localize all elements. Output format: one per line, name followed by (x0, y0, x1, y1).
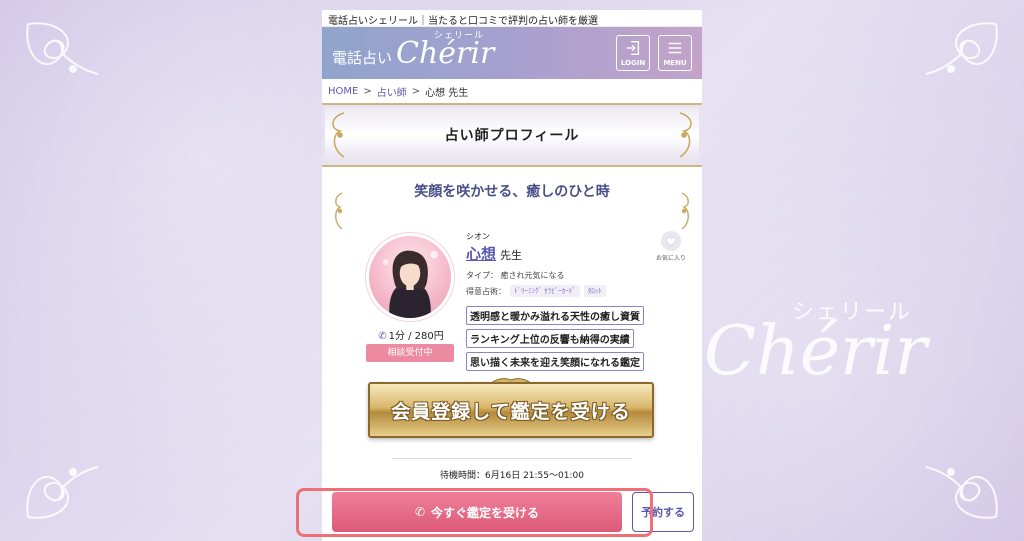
flourish-ornament-icon (906, 427, 1006, 527)
skill-row: 得意占術： ﾄﾞﾘｰﾐﾝｸﾞ ｾﾗﾋﾟｰｶｰﾄﾞ ﾀﾛｯﾄ (466, 285, 656, 297)
site-logo[interactable]: 電話占い Chérir シェリール (332, 31, 495, 71)
feature-item: 思い描く未来を迎え笑顔になれる鑑定 (466, 352, 644, 371)
bottom-action-bar: ✆ 今すぐ鑑定を受ける 予約する (322, 488, 702, 541)
favorite-button[interactable]: お気に入り (654, 231, 688, 262)
frame-ornament-icon (332, 112, 345, 158)
avatar-portrait (382, 250, 438, 318)
frame-ornament-icon (679, 112, 692, 158)
flourish-ornament-icon (18, 14, 118, 114)
menu-label: MENU (663, 59, 687, 67)
reserve-button[interactable]: 予約する (632, 492, 694, 532)
heart-glyph (665, 237, 677, 246)
honorific: 先生 (500, 249, 523, 262)
menu-button[interactable]: MENU (658, 35, 692, 71)
breadcrumb: HOME > 占い師 > 心想 先生 (322, 79, 702, 103)
breadcrumb-separator: > (411, 85, 421, 97)
type-label: タイプ： (466, 271, 498, 280)
name-kana: シオン (466, 232, 490, 241)
favorite-label: お気に入り (655, 255, 686, 262)
page-title: 占い師プロフィール (444, 128, 580, 144)
waiting-time: 待機時間：6月16日 21:55～01:00 (440, 471, 584, 481)
breadcrumb-current: 心想 先生 (425, 87, 469, 99)
side-ornament-icon (681, 192, 689, 230)
background-watermark-logo: シェリール Chérir (704, 288, 927, 398)
mobile-page: 電話占いシェリール｜当たると口コミで評判の占い師を厳選 電話占い Chérir … (322, 10, 702, 541)
flourish-ornament-icon (906, 14, 1006, 114)
side-ornament-icon (335, 192, 343, 230)
site-header: 電話占い Chérir シェリール LOGIN MENU (322, 27, 702, 79)
site-tagline: 電話占いシェリール｜当たると口コミで評判の占い師を厳選 (322, 10, 702, 27)
fortune-teller-avatar[interactable] (366, 233, 454, 321)
phone-icon: ✆ (378, 331, 387, 342)
price-text: 1分 / 280円 (388, 331, 444, 342)
call-now-button[interactable]: ✆ 今すぐ鑑定を受ける (332, 492, 622, 532)
breadcrumb-home[interactable]: HOME (328, 86, 358, 97)
skill-label: 得意占術： (466, 286, 506, 296)
divider (392, 458, 632, 459)
catchphrase: 笑顔を咲かせる、癒しのひと時 (414, 184, 610, 200)
flourish-ornament-icon (18, 427, 118, 527)
skill-tag: ﾀﾛｯﾄ (583, 285, 606, 297)
fortune-teller-name[interactable]: 心想 (466, 243, 496, 264)
skill-tag: ﾄﾞﾘｰﾐﾝｸﾞ ｾﾗﾋﾟｰｶｰﾄﾞ (510, 285, 580, 297)
login-icon (626, 41, 640, 55)
register-cta-label: 会員登録して鑑定を受ける (391, 400, 631, 423)
breadcrumb-separator: > (363, 85, 372, 97)
fortune-teller-info: シオン 心想 先生 タイプ： 癒され元気になる 得意占術： ﾄﾞﾘｰﾐﾝｸﾞ ｾ… (466, 231, 656, 374)
reserve-label: 予約する (641, 506, 685, 519)
feature-item: ランキング上位の反響も納得の実績 (466, 329, 634, 348)
profile-title-plate: 占い師プロフィール (322, 103, 702, 167)
price-per-minute: ✆ 1分 / 280円 (372, 327, 450, 342)
brand-main-text: Chérir (396, 35, 495, 71)
hamburger-icon (668, 42, 682, 54)
breadcrumb-fortune-tellers[interactable]: 占い師 (377, 84, 407, 99)
brand-kana: シェリール (434, 30, 485, 41)
type-row: タイプ： 癒され元気になる (466, 270, 656, 281)
name-row: 心想 先生 (466, 243, 656, 264)
feature-item: 透明感と暖かみ溢れる天性の癒し資質 (466, 306, 644, 325)
status-badge: 相談受付中 (366, 344, 454, 362)
login-label: LOGIN (620, 59, 646, 67)
login-button[interactable]: LOGIN (616, 35, 650, 71)
heart-icon (661, 231, 681, 251)
type-value: 癒され元気になる (500, 271, 565, 280)
register-cta-button[interactable]: 会員登録して鑑定を受ける (368, 382, 654, 438)
watermark-main: Chérir (704, 312, 927, 391)
brand-main: Chérir シェリール (396, 31, 495, 71)
call-now-label: 今すぐ鑑定を受ける (431, 505, 540, 520)
feature-list: 透明感と暖かみ溢れる天性の癒し資質 ランキング上位の反響も納得の実績 思い描く未… (466, 305, 656, 374)
phone-icon: ✆ (414, 505, 426, 519)
brand-prefix: 電話占い (332, 48, 393, 67)
